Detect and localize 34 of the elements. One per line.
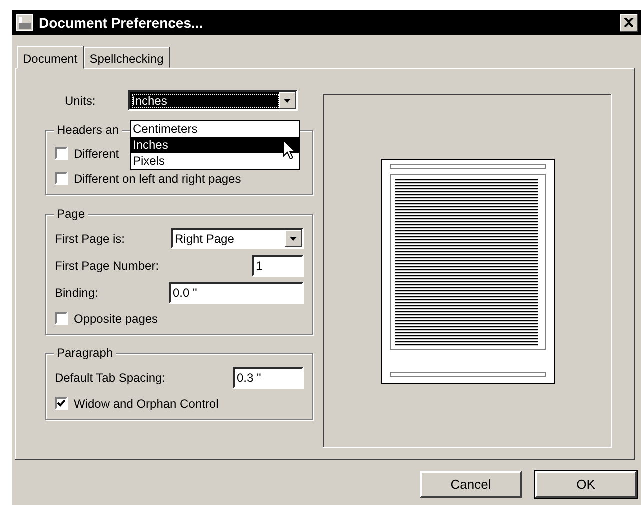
input-field[interactable]: 0.3 " (233, 366, 304, 388)
units-label: Units: (65, 94, 97, 108)
checkbox[interactable] (55, 172, 68, 185)
dropdown-arrow-icon (290, 236, 297, 240)
checkbox[interactable] (55, 397, 68, 410)
dropdown-option[interactable]: Pixels (131, 153, 299, 169)
field-label: First Page Number: (55, 258, 160, 272)
close-icon (624, 18, 634, 27)
window-title: Document Preferences... (39, 14, 204, 30)
dropdown-option[interactable]: Centimeters (131, 121, 299, 137)
checkbox-label: Different (74, 146, 120, 160)
dropdown-option[interactable]: Inches (131, 137, 299, 153)
mouse-cursor-icon (283, 140, 296, 160)
group-title: Headers an (54, 123, 122, 137)
tab[interactable]: Document (17, 46, 84, 69)
dialog-button[interactable]: Cancel (420, 471, 522, 498)
close-button[interactable] (620, 14, 638, 32)
checkbox-label: Opposite pages (74, 312, 158, 326)
input-field[interactable]: 1 (252, 254, 304, 276)
group-title: Paragraph (54, 346, 116, 360)
app-icon (16, 14, 34, 32)
checkbox-label: Widow and Orphan Control (74, 396, 219, 410)
checkbox[interactable] (55, 312, 68, 325)
field-label: Binding: (55, 286, 100, 300)
field-label: First Page is: (55, 232, 126, 246)
input-field[interactable]: 0.0 " (169, 282, 304, 304)
dropdown-arrow-icon (284, 98, 291, 102)
group-title: Page (54, 207, 88, 221)
checkbox-label: Different on left and right pages (74, 172, 242, 186)
tab[interactable]: Spellchecking (84, 47, 170, 68)
checkbox[interactable] (55, 147, 68, 160)
dialog-button[interactable]: OK (535, 471, 637, 498)
field-label: Default Tab Spacing: (55, 370, 167, 384)
dropdown[interactable]: Right Page (171, 228, 304, 249)
